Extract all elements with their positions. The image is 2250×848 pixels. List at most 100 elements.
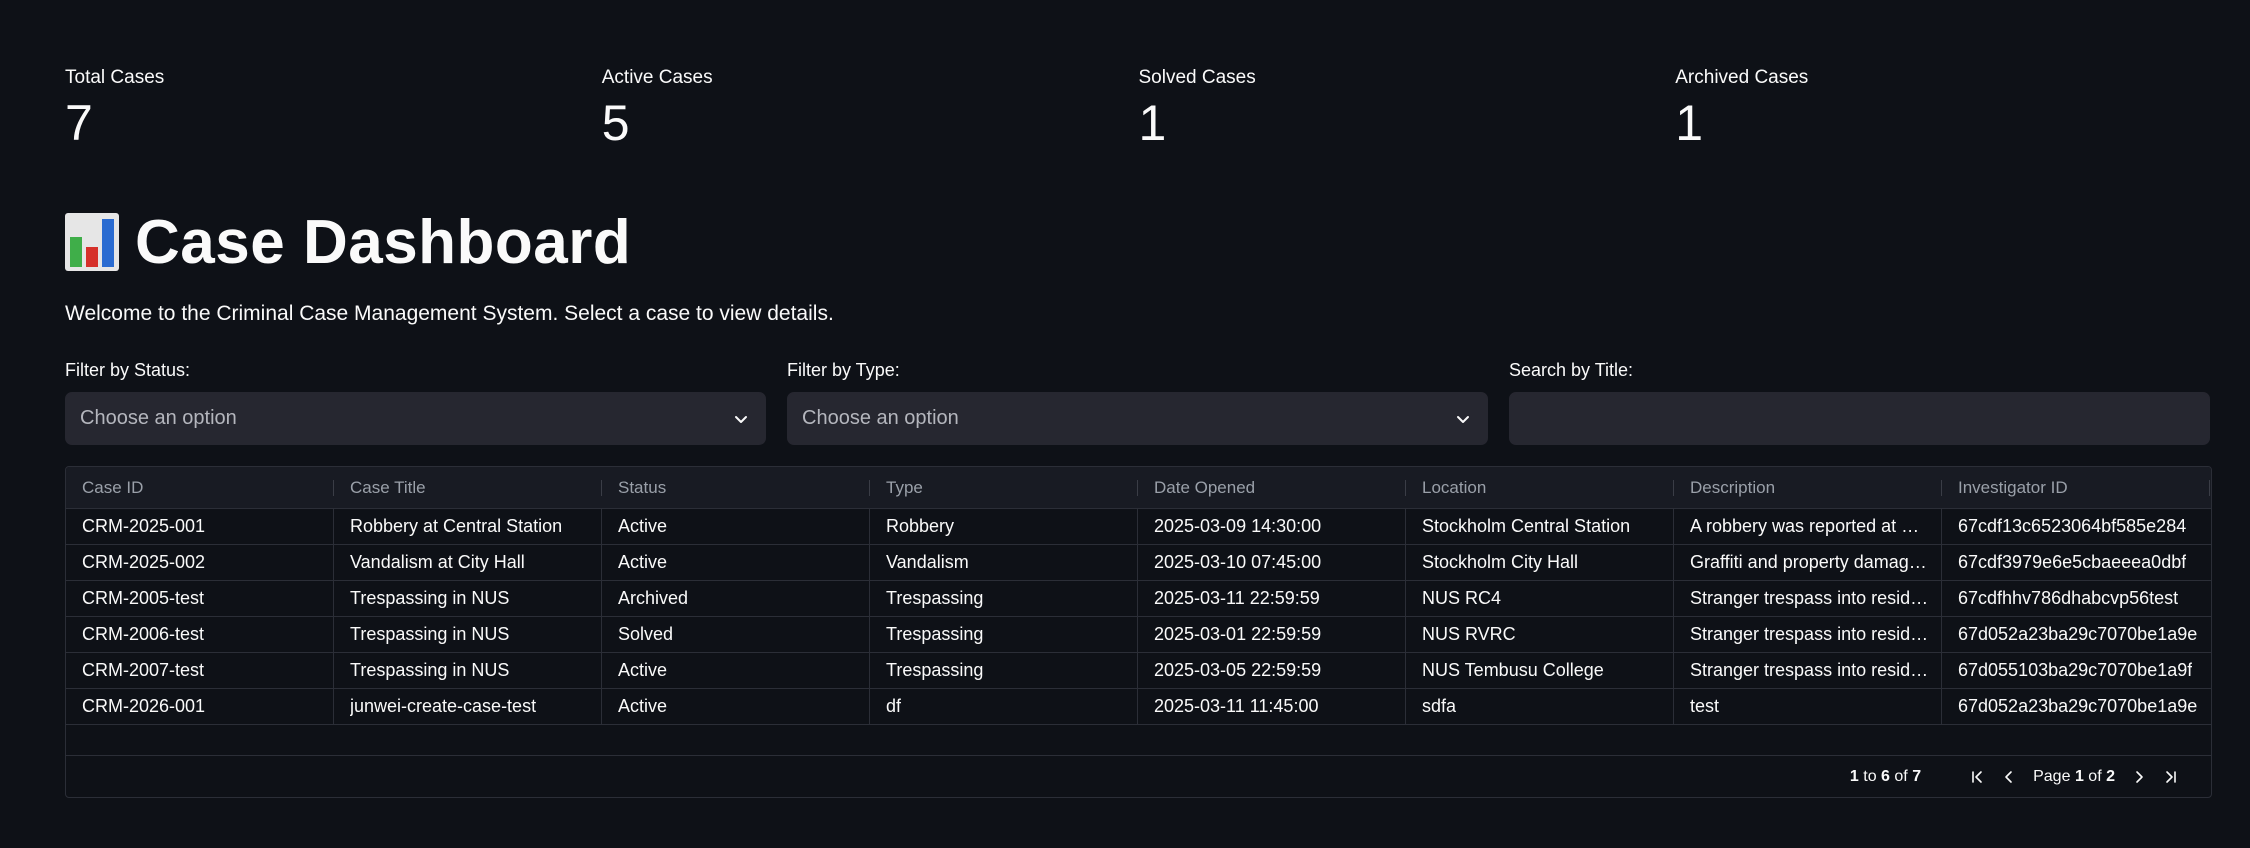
- cell-description[interactable]: Stranger trespass into reside…: [1674, 617, 1942, 652]
- pagination-bar: 1 to 6 of 7 Page 1 of 2: [66, 756, 2211, 797]
- cell-investigator-id[interactable]: 67d055103ba29c7070be1a9f: [1942, 653, 2210, 688]
- column-header-type[interactable]: Type: [870, 467, 1138, 508]
- table-body: CRM-2025-001 Robbery at Central Station Ac…: [66, 509, 2211, 725]
- cell-type[interactable]: Trespassing: [870, 653, 1138, 688]
- range-to: to: [1863, 768, 1877, 785]
- cell-date-opened[interactable]: 2025-03-01 22:59:59: [1138, 617, 1406, 652]
- cell-case-title[interactable]: Robbery at Central Station: [334, 509, 602, 544]
- cell-case-id[interactable]: CRM-2007-test: [66, 653, 334, 688]
- status-select[interactable]: Choose an option: [65, 392, 766, 445]
- cell-case-title[interactable]: Trespassing in NUS: [334, 653, 602, 688]
- cell-case-id[interactable]: CRM-2025-001: [66, 509, 334, 544]
- table-row[interactable]: CRM-2026-001 junwei-create-case-test Activ…: [66, 689, 2211, 725]
- cell-location[interactable]: Stockholm Central Station: [1406, 509, 1674, 544]
- column-header-description[interactable]: Description: [1674, 467, 1942, 508]
- cell-location[interactable]: NUS RC4: [1406, 581, 1674, 616]
- table-row[interactable]: CRM-2005-test Trespassing in NUS Archived T…: [66, 581, 2211, 617]
- cell-status[interactable]: Active: [602, 509, 870, 544]
- cell-location[interactable]: NUS Tembusu College: [1406, 653, 1674, 688]
- cell-description[interactable]: Stranger trespass into reside…: [1674, 653, 1942, 688]
- cell-text: 2025-03-01 22:59:59: [1154, 624, 1322, 644]
- cell-status[interactable]: Active: [602, 545, 870, 580]
- cell-date-opened[interactable]: 2025-03-11 22:59:59: [1138, 581, 1406, 616]
- cell-text: Stockholm Central Station: [1422, 516, 1631, 536]
- cell-investigator-id[interactable]: 67cdfhhv786dhabcvp56test: [1942, 581, 2210, 616]
- cell-text: 2025-03-10 07:45:00: [1154, 552, 1322, 572]
- cell-case-id[interactable]: CRM-2005-test: [66, 581, 334, 616]
- page-title-row: Case Dashboard: [65, 206, 631, 278]
- cell-text: Stranger trespass into reside…: [1690, 588, 1931, 608]
- cell-text: Trespassing: [886, 624, 984, 644]
- cell-type[interactable]: Vandalism: [870, 545, 1138, 580]
- cell-text: df: [886, 696, 902, 716]
- column-header-location[interactable]: Location: [1406, 467, 1674, 508]
- metric-value: 1: [1138, 95, 1167, 151]
- cell-text: CRM-2026-001: [82, 696, 206, 716]
- cell-type[interactable]: Trespassing: [870, 581, 1138, 616]
- table-row[interactable]: CRM-2006-test Trespassing in NUS Solved Tre…: [66, 617, 2211, 653]
- range-start: 1: [1849, 768, 1859, 785]
- cell-text: Stranger trespass into reside…: [1690, 660, 1931, 680]
- cell-investigator-id[interactable]: 67d052a23ba29c7070be1a9e: [1942, 617, 2210, 652]
- type-select[interactable]: Choose an option: [787, 392, 1488, 445]
- cell-description[interactable]: test: [1674, 689, 1942, 724]
- cell-type[interactable]: Robbery: [870, 509, 1138, 544]
- cell-text: Trespassing: [886, 588, 984, 608]
- cell-location[interactable]: NUS RVRC: [1406, 617, 1674, 652]
- cell-case-title[interactable]: junwei-create-case-test: [334, 689, 602, 724]
- cell-status[interactable]: Archived: [602, 581, 870, 616]
- cell-text: NUS RC4: [1422, 588, 1502, 608]
- cell-case-title[interactable]: Trespassing in NUS: [334, 617, 602, 652]
- cell-date-opened[interactable]: 2025-03-10 07:45:00: [1138, 545, 1406, 580]
- cell-case-id[interactable]: CRM-2026-001: [66, 689, 334, 724]
- cell-text: CRM-2025-002: [82, 552, 206, 572]
- cell-text: Active: [618, 660, 668, 680]
- table-row[interactable]: CRM-2007-test Trespassing in NUS Active Tre…: [66, 653, 2211, 689]
- column-header-case-id[interactable]: Case ID: [66, 467, 334, 508]
- column-header-date-opened[interactable]: Date Opened: [1138, 467, 1406, 508]
- cell-description[interactable]: Graffiti and property damag…: [1674, 545, 1942, 580]
- cell-date-opened[interactable]: 2025-03-09 14:30:00: [1138, 509, 1406, 544]
- cell-text: 2025-03-05 22:59:59: [1154, 660, 1322, 680]
- table-row[interactable]: CRM-2025-001 Robbery at Central Station Ac…: [66, 509, 2211, 545]
- cell-status[interactable]: Active: [602, 653, 870, 688]
- cell-type[interactable]: Trespassing: [870, 617, 1138, 652]
- column-header-investigator-id[interactable]: Investigator ID: [1942, 467, 2210, 508]
- chevron-down-icon: [735, 415, 747, 423]
- cell-location[interactable]: sdfa: [1406, 689, 1674, 724]
- cell-investigator-id[interactable]: 67cdf13c6523064bf585e284: [1942, 509, 2210, 544]
- last-page-button[interactable]: [2158, 764, 2184, 790]
- search-title-input[interactable]: [1524, 392, 2195, 445]
- cell-text: 67d052a23ba29c7070be1a9e: [1958, 624, 2198, 644]
- cell-date-opened[interactable]: 2025-03-11 11:45:00: [1138, 689, 1406, 724]
- cell-investigator-id[interactable]: 67d052a23ba29c7070be1a9e: [1942, 689, 2210, 724]
- filter-status-label: Filter by Status:: [65, 360, 191, 380]
- column-header-status[interactable]: Status: [602, 467, 870, 508]
- cell-status[interactable]: Active: [602, 689, 870, 724]
- cell-description[interactable]: Stranger trespass into reside…: [1674, 581, 1942, 616]
- cell-type[interactable]: df: [870, 689, 1138, 724]
- cell-text: Trespassing in NUS: [350, 660, 510, 680]
- cell-description[interactable]: A robbery was reported at St…: [1674, 509, 1942, 544]
- column-header-case-title[interactable]: Case Title: [334, 467, 602, 508]
- cell-text: NUS RVRC: [1422, 624, 1516, 644]
- cell-case-title[interactable]: Vandalism at City Hall: [334, 545, 602, 580]
- cell-text: 67cdf3979e6e5cbaeeea0dbf: [1958, 552, 2187, 572]
- cell-text: sdfa: [1422, 696, 1457, 716]
- first-page-button[interactable]: [1964, 764, 1990, 790]
- cell-location[interactable]: Stockholm City Hall: [1406, 545, 1674, 580]
- table-row[interactable]: CRM-2025-002 Vandalism at City Hall Active…: [66, 545, 2211, 581]
- cell-date-opened[interactable]: 2025-03-05 22:59:59: [1138, 653, 1406, 688]
- app-page: Total Cases 7 Active Cases 5 Solved Case…: [0, 0, 2250, 848]
- previous-page-button[interactable]: [1996, 764, 2022, 790]
- cell-text: CRM-2006-test: [82, 624, 205, 644]
- next-page-button[interactable]: [2126, 764, 2152, 790]
- cell-text: Trespassing in NUS: [350, 624, 510, 644]
- range-of: of: [1894, 768, 1908, 785]
- cell-case-id[interactable]: CRM-2025-002: [66, 545, 334, 580]
- cell-case-title[interactable]: Trespassing in NUS: [334, 581, 602, 616]
- cell-case-id[interactable]: CRM-2006-test: [66, 617, 334, 652]
- cell-status[interactable]: Solved: [602, 617, 870, 652]
- range-total: 7: [1912, 768, 1922, 785]
- cell-investigator-id[interactable]: 67cdf3979e6e5cbaeeea0dbf: [1942, 545, 2210, 580]
